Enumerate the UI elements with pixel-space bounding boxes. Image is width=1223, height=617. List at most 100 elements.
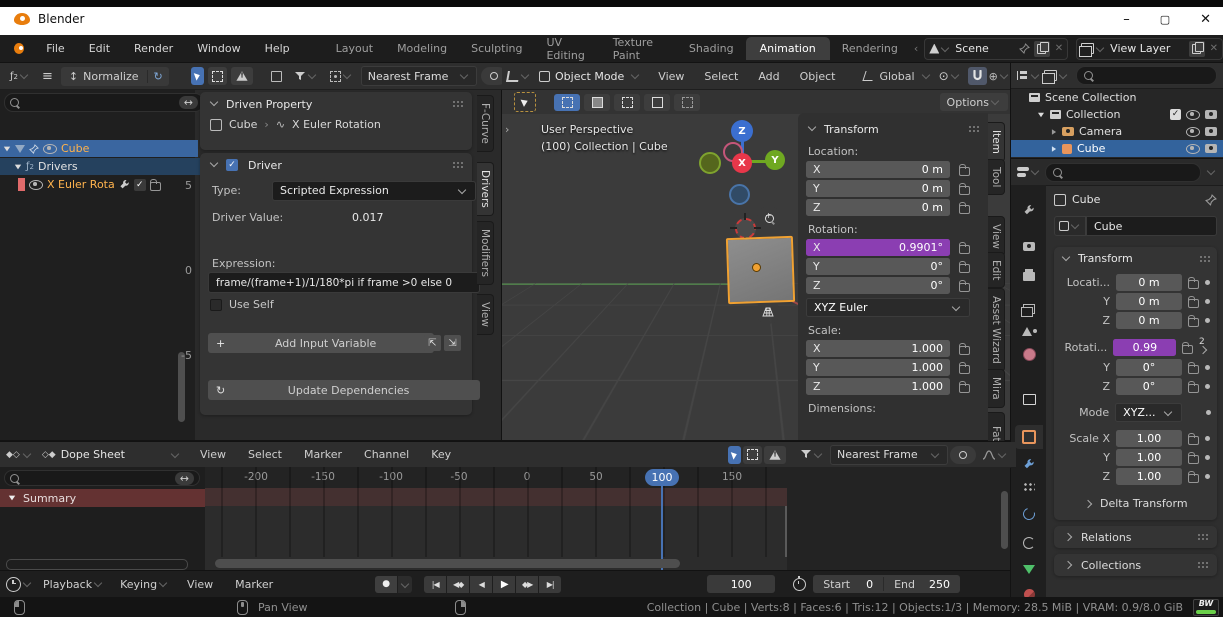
lock-icon[interactable] <box>1188 318 1199 327</box>
view-layer-browse-chevron-icon[interactable] <box>1096 43 1104 51</box>
drivers-only-errors-button[interactable] <box>231 67 253 85</box>
scale-y-field[interactable]: Y1.000 <box>806 359 950 376</box>
drag-handle-icon[interactable] <box>1197 533 1209 541</box>
viewport-menu-add[interactable]: Add <box>749 70 788 83</box>
auto-keying-button[interactable]: ● <box>375 576 397 593</box>
drivers-select-tool-button[interactable] <box>191 67 204 85</box>
jump-to-end-button[interactable]: ▶| <box>539 576 561 593</box>
drivers-tab-view[interactable]: View <box>477 294 494 335</box>
delta-transform-panel[interactable]: Delta Transform <box>1082 497 1211 510</box>
rotation-x-field[interactable]: X0.9901° <box>806 239 950 256</box>
properties-tab-render[interactable] <box>1019 237 1039 255</box>
orientation-dropdown[interactable]: Global <box>864 70 931 83</box>
lock-icon[interactable] <box>959 167 970 176</box>
view-layer-icon[interactable] <box>1081 43 1094 54</box>
drag-handle-icon[interactable] <box>1197 561 1209 569</box>
channel-enable-checkbox[interactable]: ✓ <box>134 179 146 191</box>
scene-browse-chevron-icon[interactable] <box>941 43 949 51</box>
properties-search[interactable] <box>1045 163 1201 182</box>
update-dependencies-button[interactable]: ↻ Update Dependencies <box>208 380 480 400</box>
visibility-eye-icon[interactable] <box>29 180 43 190</box>
play-reverse-button[interactable]: ◀ <box>470 576 492 593</box>
viewport-menu-object[interactable]: Object <box>791 70 845 83</box>
dopesheet-menu-select[interactable]: Select <box>238 448 292 461</box>
dopesheet-box-select-button[interactable] <box>743 446 762 464</box>
drivers-proportional-edit-button[interactable] <box>326 67 357 85</box>
dopesheet-menu-view[interactable]: View <box>190 448 236 461</box>
animate-dot[interactable] <box>1205 384 1210 389</box>
outliner-search[interactable] <box>1076 66 1217 85</box>
drivers-box-select-button[interactable] <box>208 67 227 85</box>
lock-icon[interactable] <box>959 245 970 254</box>
properties-tab-constraints[interactable] <box>1019 534 1039 552</box>
properties-tab-modifiers[interactable] <box>1019 455 1039 473</box>
workspace-overflow-indicator[interactable]: ‹ <box>914 42 918 55</box>
dopesheet-mode-dropdown[interactable]: ◇◆ Dope Sheet <box>35 448 188 461</box>
lock-icon[interactable] <box>1188 455 1199 464</box>
outliner-row-collection[interactable]: Collection ✓ <box>1011 106 1223 123</box>
dopesheet-filter-button[interactable] <box>796 446 828 464</box>
blender-menu-icon[interactable] <box>14 43 24 54</box>
relations-panel[interactable]: Relations <box>1054 526 1217 548</box>
drivers-show-sliders-button[interactable] <box>267 67 286 85</box>
workspace-tab-layout[interactable]: Layout <box>324 37 385 60</box>
menu-render[interactable]: Render <box>122 42 185 55</box>
lock-icon[interactable] <box>959 205 970 214</box>
playhead-line[interactable] <box>661 471 663 571</box>
paste-driver-button[interactable]: ⇲ <box>444 335 461 351</box>
lock-icon[interactable] <box>959 283 970 292</box>
lock-icon[interactable] <box>1182 345 1193 354</box>
viewport-editor-type-button[interactable] <box>507 71 531 82</box>
modifier-wrench-icon[interactable] <box>119 179 130 190</box>
dopesheet-proportional-button[interactable] <box>950 446 976 464</box>
disable-render-camera-icon[interactable] <box>1205 144 1217 153</box>
drivers-channel-search[interactable]: ↔ <box>4 93 204 112</box>
workspace-tab-rendering[interactable]: Rendering <box>830 37 910 60</box>
select-mode-extend-button[interactable] <box>584 94 610 111</box>
lock-icon[interactable] <box>1188 299 1199 308</box>
playback-menu[interactable]: Playback <box>35 578 112 591</box>
lock-icon[interactable] <box>959 384 970 393</box>
toggle-perspective-button[interactable] <box>756 300 780 324</box>
scene-name[interactable]: Scene <box>955 42 989 55</box>
animate-dot[interactable] <box>1205 365 1210 370</box>
channel-h-scrollbar[interactable] <box>6 559 188 570</box>
use-self-checkbox[interactable] <box>210 299 222 311</box>
prop-scale-y[interactable]: 1.00 <box>1116 449 1182 466</box>
jump-to-start-button[interactable]: |◀ <box>424 576 446 593</box>
expression-input[interactable]: frame/(frame+1)/1/180*pi if frame >0 els… <box>208 272 480 293</box>
view-layer-name[interactable]: View Layer <box>1110 42 1170 55</box>
normalize-button[interactable]: ↕ Normalize <box>61 70 147 83</box>
properties-tab-object[interactable] <box>1015 425 1043 449</box>
prop-rotation-mode-dropdown[interactable]: XYZ... <box>1115 403 1182 422</box>
object-browse-button[interactable] <box>1054 216 1086 236</box>
properties-tab-output[interactable] <box>1019 267 1039 285</box>
panel-collapse-icon[interactable] <box>210 159 218 167</box>
scale-z-field[interactable]: Z1.000 <box>806 378 950 395</box>
pivot-point-dropdown[interactable]: ⊙ <box>934 69 966 83</box>
select-mode-invert-button[interactable] <box>644 94 670 111</box>
drag-handle-icon[interactable] <box>1199 255 1211 263</box>
drivers-tab-drivers[interactable]: Drivers <box>477 162 494 216</box>
drag-handle-icon[interactable] <box>968 125 980 133</box>
dopesheet-snap-dropdown[interactable]: Nearest Frame <box>830 445 948 465</box>
snap-toggle-button[interactable] <box>968 67 987 85</box>
menu-window[interactable]: Window <box>185 42 252 55</box>
lock-icon[interactable] <box>959 346 970 355</box>
channel-lock-icon[interactable] <box>150 182 161 191</box>
animate-dot[interactable] <box>1205 436 1210 441</box>
gizmo-axis-y-neg[interactable] <box>699 152 721 174</box>
driver-decorator-icon[interactable]: 2 <box>1199 337 1211 357</box>
outliner-editor-type-button[interactable] <box>1017 71 1041 80</box>
prop-scale-x[interactable]: 1.00 <box>1116 430 1182 447</box>
normalize-auto-refresh-button[interactable]: ↻ <box>147 70 169 83</box>
panel-collapse-icon[interactable] <box>1062 252 1070 260</box>
gizmo-axis-y[interactable]: Y <box>765 150 785 170</box>
sidebar-toggle-icon[interactable]: › <box>505 123 509 136</box>
workspace-tab-shading[interactable]: Shading <box>677 37 746 60</box>
channel-row-cube[interactable]: Cube <box>0 140 198 157</box>
animate-dot[interactable] <box>1205 299 1210 304</box>
channel-expand-icon[interactable]: ↔ <box>175 472 194 485</box>
npanel-tab-edit[interactable]: Edit <box>988 252 1005 288</box>
prop-location-y[interactable]: 0 m <box>1116 293 1182 310</box>
